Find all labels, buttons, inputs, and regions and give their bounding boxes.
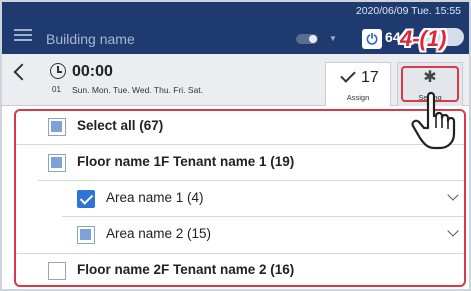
back-icon[interactable]: [13, 63, 31, 81]
assign-count: 17: [361, 69, 379, 86]
clock-icon: [50, 63, 66, 79]
dropdown-caret-icon[interactable]: ▼: [329, 34, 337, 43]
building-name: Building name: [46, 31, 135, 47]
assign-label: Assign: [346, 93, 370, 102]
hand-pointer-icon: [411, 91, 456, 150]
app-frame: Building name 2020/06/09 Tue. 15:55 ▼ ⏻ …: [0, 0, 471, 291]
power-value: 64: [385, 29, 401, 45]
toggle-icon[interactable]: [296, 34, 318, 44]
app-bar: Building name 2020/06/09 Tue. 15:55 ▼ ⏻ …: [2, 2, 469, 54]
schedule-days: Sun. Mon. Tue. Wed. Thu. Fri. Sat.: [72, 85, 204, 95]
assign-tab[interactable]: 17 Assign: [325, 62, 391, 106]
check-icon: [340, 67, 356, 83]
list-highlight: [14, 109, 466, 287]
step-callout: 4-(1): [400, 26, 447, 51]
schedule-number: 01: [52, 85, 61, 94]
datetime: 2020/06/09 Tue. 15:55: [355, 5, 461, 17]
schedule-time: 00:00: [72, 63, 113, 80]
menu-icon[interactable]: [14, 29, 32, 41]
power-icon: ⏻: [362, 29, 382, 49]
